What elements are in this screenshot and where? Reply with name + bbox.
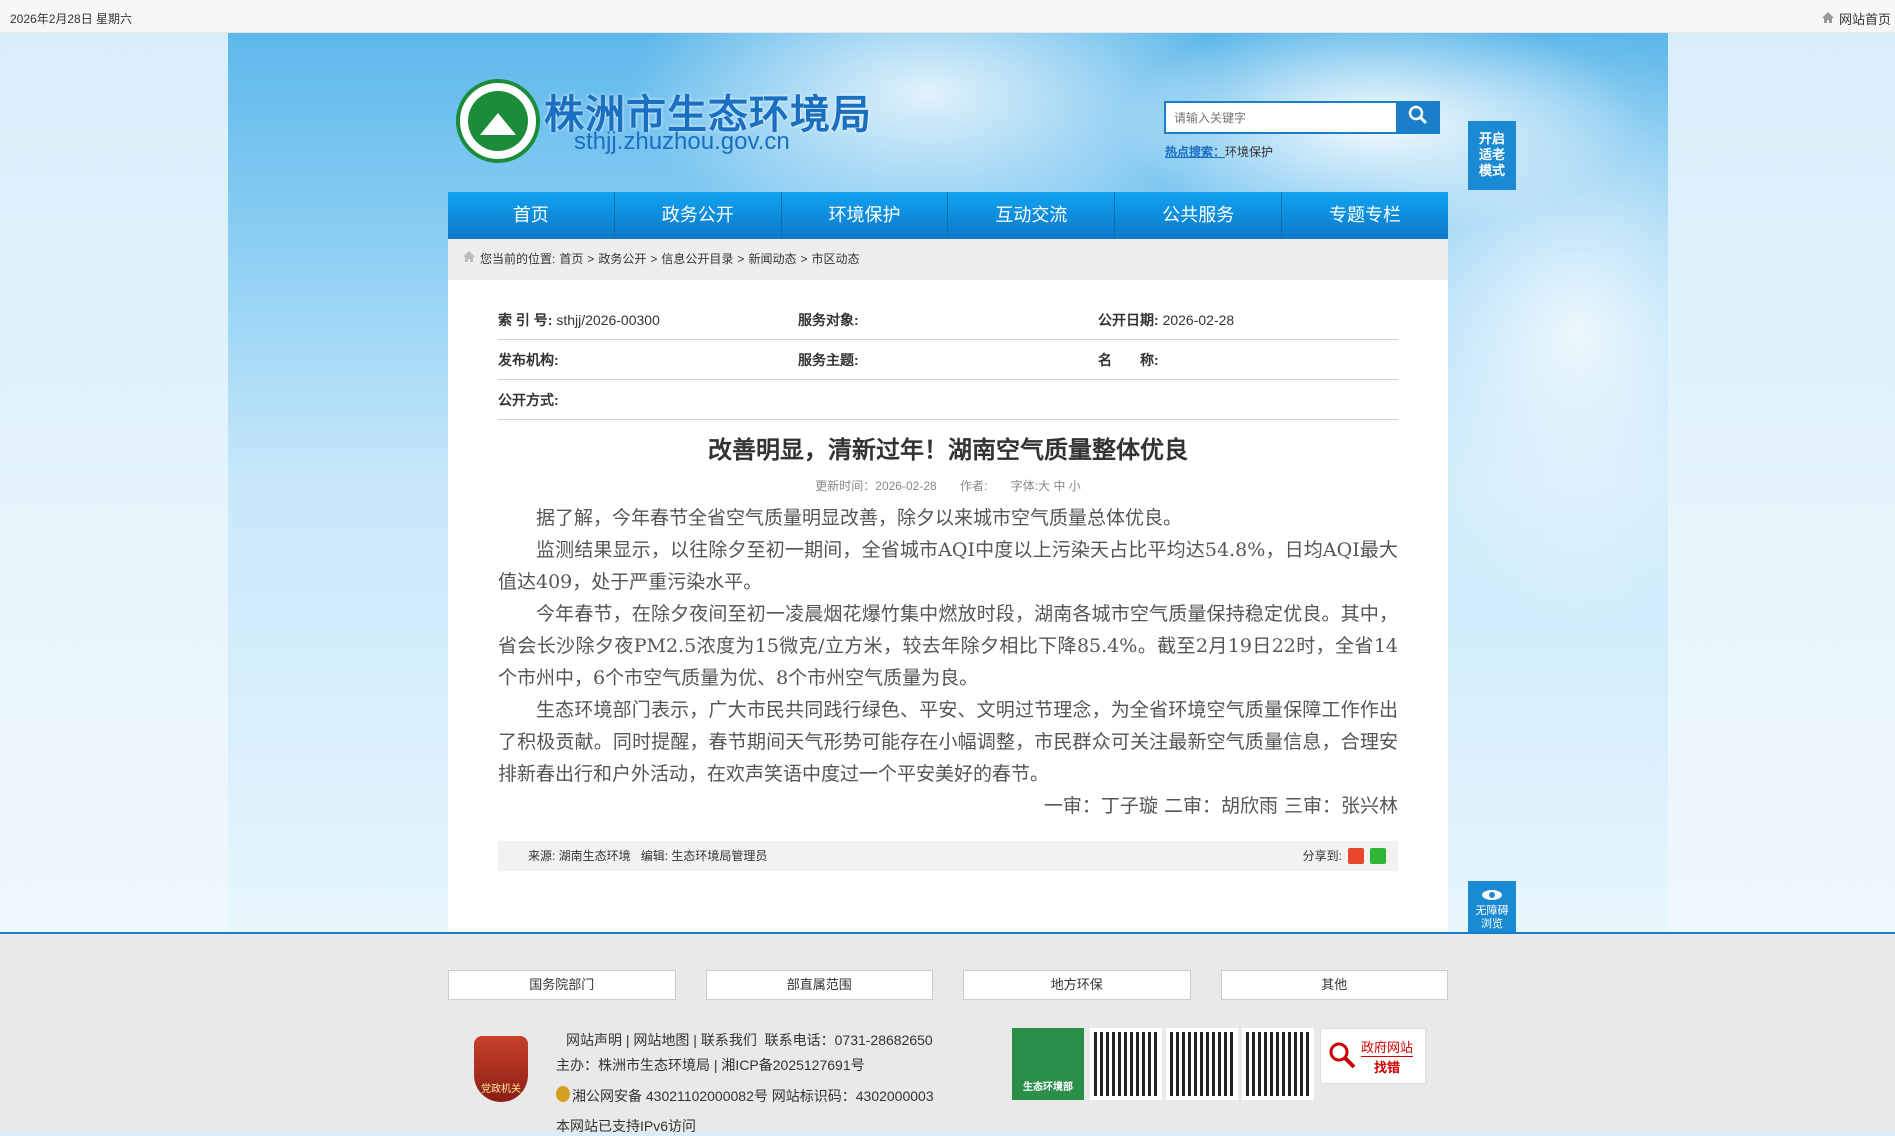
current-date: 2026年2月28日 星期六 (10, 12, 133, 26)
share: 分享到: (1303, 841, 1386, 871)
breadcrumb-item[interactable]: 新闻动态 (748, 239, 796, 280)
font-size-switch[interactable]: 字体:大 中 小 (1011, 479, 1081, 493)
link-group-local[interactable]: 地方环保 (963, 970, 1191, 1000)
name-label: 名 称: (1098, 351, 1159, 368)
party-gov-badge[interactable]: 党政机关 (474, 1036, 528, 1102)
author: 作者: (960, 479, 988, 493)
house-icon (462, 239, 476, 280)
link-group-ministry[interactable]: 部直属范围 (705, 970, 933, 1000)
article-meta: 更新时间：2026-02-28 作者: 字体:大 中 小 (448, 477, 1448, 494)
breadcrumb-item[interactable]: 首页 (559, 239, 583, 280)
accessible-label: 无障碍浏览 (1475, 905, 1509, 930)
phone: 联系电话：0731-28682650 (764, 1032, 933, 1048)
qr-code (1166, 1028, 1238, 1100)
link-group-other[interactable]: 其他 (1220, 970, 1448, 1000)
elder-mode-button[interactable]: 开启适老模式 (1468, 121, 1516, 190)
article-container: 索 引 号: sthjj/2026-00300 服务对象: 公开日期: 2026… (448, 280, 1448, 932)
audience-label: 服务对象: (798, 311, 859, 328)
ipv6-note: 本网站已支持IPv6访问 (556, 1118, 697, 1134)
hot-search: 热点搜索：环境保护 (1165, 143, 1273, 160)
magnifier-icon (1327, 1040, 1357, 1073)
breadcrumb: 您当前的位置: 首页 > 政务公开 > 信息公开目录 > 新闻动态 > 市区动态 (448, 239, 1448, 280)
mee-logo[interactable]: 生态环境部 (1012, 1028, 1084, 1100)
article-title: 改善明显，清新过年！湖南空气质量整体优良 (708, 437, 1188, 464)
nav-public-service[interactable]: 公共服务 (1115, 192, 1283, 239)
home-link[interactable]: 网站首页 (1821, 9, 1891, 28)
search-input[interactable] (1164, 101, 1396, 134)
gov-site-error-report[interactable]: 政府网站 找错 (1320, 1028, 1426, 1084)
house-icon (1821, 11, 1835, 27)
wechat-icon[interactable] (1370, 848, 1386, 864)
method-label: 公开方式: (498, 391, 559, 408)
publisher-label: 发布机构: (498, 351, 559, 368)
paragraph: 监测结果显示，以往除夕至初一期间，全省城市AQI中度以上污染天占比平均达54.8… (498, 539, 1398, 593)
search-box (1164, 101, 1440, 134)
footer-links: 网站声明 | 网站地图 | 联系我们 联系电话：0731-28682650 (566, 1032, 933, 1048)
police-record[interactable]: 湘公网安备 43021102000082号 网站标识码：4302000003 (556, 1086, 934, 1106)
footer: 国务院部门 部直属范围 地方环保 其他 党政机关 网站声明 | 网站地图 | 联… (0, 932, 1895, 1134)
breadcrumb-label: 您当前的位置: (480, 252, 556, 266)
info-table: 索 引 号: sthjj/2026-00300 服务对象: 公开日期: 2026… (498, 300, 1398, 420)
hot-search-label: 热点搜索： (1165, 145, 1226, 159)
top-bar: 2026年2月28日 星期六 网站首页 (0, 0, 1895, 33)
nav-home[interactable]: 首页 (448, 192, 615, 239)
breadcrumb-sep: > (650, 252, 658, 266)
breadcrumb-sep: > (587, 252, 595, 266)
home-link-label: 网站首页 (1838, 12, 1891, 27)
editor: 编辑: 生态环境局管理员 (640, 849, 768, 863)
breadcrumb-item[interactable]: 信息公开目录 (661, 239, 733, 280)
review-line: 一审：丁子璇 二审：胡欣雨 三审：张兴林 (1043, 795, 1398, 817)
main-nav: 首页 政务公开 环境保护 互动交流 公共服务 专题专栏 (448, 192, 1448, 239)
search-button[interactable] (1396, 101, 1440, 134)
qr-code (1242, 1028, 1314, 1100)
error-report-title: 政府网站 (1361, 1039, 1414, 1055)
source-bar: 来源: 湖南生态环境 编辑: 生态环境局管理员 分享到: (498, 841, 1398, 871)
article-body: 据了解，今年春节全省空气质量明显改善，除夕以来城市空气质量总体优良。 监测结果显… (498, 502, 1398, 822)
info-row: 公开方式: (498, 380, 1398, 420)
date-label: 公开日期: (1098, 311, 1159, 328)
index-label: 索 引 号: (498, 311, 553, 328)
police-record-text: 湘公网安备 43021102000082号 网站标识码：4302000003 (572, 1088, 934, 1104)
info-row: 索 引 号: sthjj/2026-00300 服务对象: 公开日期: 2026… (498, 300, 1398, 340)
hot-search-term[interactable]: 环境保护 (1225, 145, 1273, 159)
breadcrumb-sep: > (737, 252, 745, 266)
nav-env-protection[interactable]: 环境保护 (782, 192, 949, 239)
search-icon (1408, 105, 1428, 130)
topic-label: 服务主题: (798, 351, 859, 368)
error-report-sub: 找错 (1361, 1055, 1414, 1076)
qr-code (1090, 1028, 1162, 1100)
breadcrumb-item[interactable]: 市区动态 (811, 239, 859, 280)
paragraph: 生态环境部门表示，广大市民共同践行绿色、平安、文明过节理念，为全省环境空气质量保… (498, 699, 1398, 785)
breadcrumb-item[interactable]: 政务公开 (598, 239, 646, 280)
nav-gov-affairs[interactable]: 政务公开 (615, 192, 782, 239)
site-statement-link[interactable]: 网站声明 (566, 1032, 622, 1048)
police-badge-icon (556, 1086, 570, 1102)
index-value: sthjj/2026-00300 (556, 311, 660, 328)
nav-special-topics[interactable]: 专题专栏 (1282, 192, 1448, 239)
weibo-icon[interactable] (1348, 848, 1364, 864)
contact-link[interactable]: 联系我们 (701, 1032, 757, 1048)
breadcrumb-sep: > (800, 252, 808, 266)
share-label: 分享到: (1302, 849, 1342, 863)
link-group-state-council[interactable]: 国务院部门 (448, 970, 676, 1000)
bureau-logo[interactable] (456, 79, 540, 163)
footer-link-groups: 国务院部门 部直属范围 地方环保 其他 (448, 970, 1448, 1000)
eye-icon (1468, 889, 1516, 905)
source: 来源: 湖南生态环境 (528, 849, 631, 863)
nav-interaction[interactable]: 互动交流 (948, 192, 1116, 239)
info-row: 发布机构: 服务主题: 名 称: (498, 340, 1398, 380)
date-value: 2026-02-28 (1162, 311, 1235, 328)
host-info: 主办：株洲市生态环境局 | 湘ICP备2025127691号 (556, 1057, 865, 1073)
update-time: 更新时间：2026-02-28 (815, 479, 937, 493)
paragraph: 据了解，今年春节全省空气质量明显改善，除夕以来城市空气质量总体优良。 (536, 507, 1183, 529)
sitemap-link[interactable]: 网站地图 (633, 1032, 689, 1048)
site-url: sthjj.zhuzhou.gov.cn (574, 128, 790, 155)
paragraph: 今年春节，在除夕夜间至初一凌晨烟花爆竹集中燃放时段，湖南各城市空气质量保持稳定优… (498, 603, 1398, 689)
